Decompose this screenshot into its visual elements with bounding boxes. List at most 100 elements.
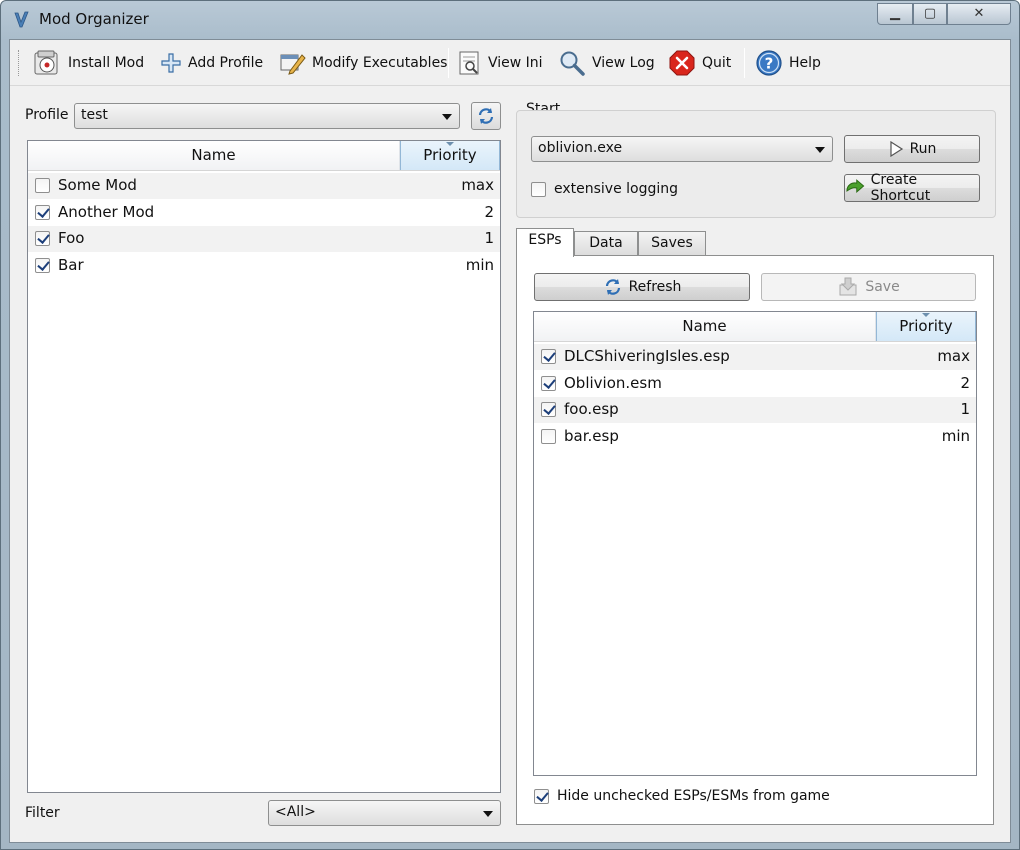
mod-list-name-header[interactable]: Name: [28, 141, 400, 170]
maximize-button[interactable]: ▢: [913, 3, 947, 25]
executable-select[interactable]: oblivion.exe: [531, 136, 833, 162]
help-button[interactable]: ? Help: [755, 48, 821, 78]
minimize-button[interactable]: ▁: [877, 3, 913, 25]
refresh-icon: [478, 108, 494, 124]
extensive-logging-checkbox[interactable]: extensive logging: [531, 181, 678, 197]
create-shortcut-button[interactable]: Create Shortcut: [844, 172, 980, 204]
client-area: Install Mod Add Profile Modify Executabl…: [9, 39, 1011, 843]
quit-button[interactable]: Quit: [668, 48, 731, 78]
main-window: Mod Organizer ▁ ▢ ✕ Install Mod Add Prof…: [0, 0, 1020, 850]
profile-select-value: test: [81, 107, 108, 123]
hide-unchecked-checkbox[interactable]: Hide unchecked ESPs/ESMs from game: [534, 788, 830, 804]
refresh-esps-label: Refresh: [628, 279, 682, 295]
mod-row-priority: 2: [484, 202, 494, 221]
esp-row[interactable]: foo.esp 1: [534, 397, 976, 423]
quit-icon: [669, 50, 695, 76]
esp-row[interactable]: DLCShiveringIsles.esp max: [534, 344, 976, 370]
toolbar-separator: [744, 48, 745, 78]
tab-saves[interactable]: Saves: [638, 231, 706, 256]
mod-row-priority: min: [465, 255, 494, 274]
mod-row[interactable]: Foo 1: [28, 226, 500, 252]
toolbar: Install Mod Add Profile Modify Executabl…: [10, 40, 1010, 86]
toolbar-grip[interactable]: [18, 50, 21, 76]
esp-row[interactable]: bar.esp min: [534, 424, 976, 450]
modify-executables-label: Modify Executables: [312, 55, 448, 71]
chevron-down-icon: [815, 147, 825, 153]
mod-list-priority-header-label: Priority: [423, 146, 477, 164]
mod-row-name: Bar: [58, 255, 84, 274]
quit-label: Quit: [702, 55, 732, 71]
chevron-down-icon: [442, 114, 452, 120]
run-label: Run: [909, 141, 937, 157]
esp-row-checkbox[interactable]: [541, 402, 556, 417]
mod-row[interactable]: Another Mod 2: [28, 200, 500, 226]
mod-row-priority: 1: [484, 229, 494, 247]
refresh-esps-button[interactable]: Refresh: [534, 273, 750, 301]
close-button[interactable]: ✕: [947, 3, 1011, 25]
view-ini-icon: [459, 51, 479, 75]
run-button[interactable]: Run: [844, 135, 980, 163]
tab-data[interactable]: Data: [574, 231, 638, 256]
mod-row-checkbox[interactable]: [35, 257, 50, 273]
create-shortcut-label: Create Shortcut: [870, 172, 931, 204]
save-esps-label: Save: [865, 279, 900, 295]
install-mod-button[interactable]: Install Mod: [32, 48, 144, 78]
mod-row-checkbox[interactable]: [35, 231, 50, 246]
esp-row-priority: 1: [960, 400, 970, 418]
app-logo-icon: [14, 11, 29, 28]
mod-row[interactable]: Bar min: [28, 253, 500, 279]
mod-list[interactable]: Name Priority Some Mod max Another Mod 2 Foo…: [27, 140, 501, 793]
toolbar-separator: [448, 48, 449, 78]
esp-list-header: Name Priority: [534, 312, 976, 342]
mod-row-checkbox[interactable]: [35, 178, 50, 193]
esp-row-name: DLCShiveringIsles.esp: [564, 347, 730, 365]
add-profile-label: Add Profile: [188, 55, 264, 71]
modify-executables-icon: [280, 54, 306, 75]
filter-select-value: <All>: [275, 804, 316, 820]
esp-list-name-header[interactable]: Name: [534, 312, 876, 341]
install-mod-icon: [34, 50, 58, 75]
title-bar[interactable]: Mod Organizer ▁ ▢ ✕: [1, 1, 1019, 39]
mod-list-priority-header[interactable]: Priority: [400, 141, 500, 170]
profile-label: Profile: [25, 107, 69, 123]
mod-row-name: Some Mod: [58, 176, 137, 194]
esp-row[interactable]: Oblivion.esm 2: [534, 371, 976, 397]
shortcut-arrow-icon: [846, 179, 865, 193]
esp-row-checkbox[interactable]: [541, 428, 556, 444]
profile-select[interactable]: test: [74, 103, 460, 129]
mod-row-checkbox[interactable]: [35, 204, 50, 220]
esp-list-priority-header[interactable]: Priority: [876, 312, 976, 341]
save-esps-button[interactable]: Save: [761, 273, 976, 301]
add-profile-icon: [161, 53, 181, 73]
sort-indicator-icon: [922, 313, 930, 317]
view-ini-button[interactable]: View Ini: [456, 48, 543, 78]
refresh-profile-button[interactable]: [471, 102, 501, 130]
modify-executables-button[interactable]: Modify Executables: [278, 48, 447, 78]
view-log-label: View Log: [592, 55, 655, 71]
refresh-icon: [605, 279, 620, 295]
help-label: Help: [789, 55, 821, 71]
chevron-down-icon: [483, 811, 493, 817]
help-icon: ?: [756, 50, 782, 76]
svg-text:?: ?: [765, 55, 774, 73]
checkbox-box[interactable]: [531, 181, 546, 197]
mod-row[interactable]: Some Mod max: [28, 173, 500, 199]
esp-row-name: bar.esp: [564, 426, 619, 445]
add-profile-button[interactable]: Add Profile: [160, 48, 263, 78]
view-log-button[interactable]: View Log: [558, 48, 655, 78]
window-title: Mod Organizer: [39, 10, 149, 28]
checkbox-box[interactable]: [534, 788, 549, 804]
mod-row-name: Another Mod: [58, 202, 155, 221]
mod-row-priority: max: [461, 176, 494, 194]
filter-select[interactable]: <All>: [268, 800, 501, 826]
esp-row-priority: max: [937, 347, 970, 365]
hide-unchecked-label: Hide unchecked ESPs/ESMs from game: [557, 788, 830, 804]
tab-esps[interactable]: ESPs: [516, 228, 574, 257]
esp-list[interactable]: Name Priority DLCShiveringIsles.esp max Ob…: [533, 311, 977, 776]
esp-row-checkbox[interactable]: [541, 349, 556, 364]
view-ini-label: View Ini: [488, 55, 543, 71]
mod-list-header: Name Priority: [28, 141, 500, 171]
mod-row-name: Foo: [58, 229, 85, 247]
esp-row-checkbox[interactable]: [541, 375, 556, 391]
esp-row-name: foo.esp: [564, 400, 619, 418]
